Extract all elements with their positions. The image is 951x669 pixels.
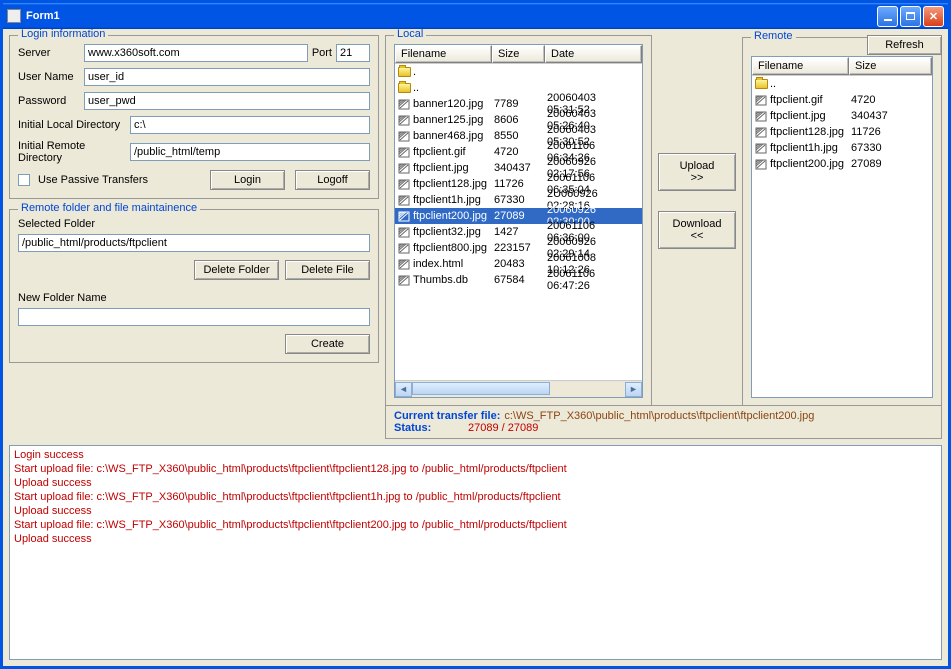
file-icon (398, 210, 411, 223)
file-icon (398, 258, 411, 271)
maximize-button[interactable] (900, 6, 921, 27)
list-item[interactable]: .. (752, 76, 932, 92)
create-button[interactable]: Create (285, 334, 370, 354)
file-icon (755, 94, 768, 107)
app-icon (7, 9, 21, 23)
local-listview[interactable]: Filename Size Date ...banner120.jpg77892… (394, 44, 643, 398)
local-col-date[interactable]: Date (545, 45, 642, 63)
list-item[interactable]: ftpclient.gif4720 (752, 92, 932, 108)
status-file-value: c:\WS_FTP_X360\public_html\products\ftpc… (504, 410, 814, 422)
list-item[interactable]: ftpclient.jpg340437 (752, 108, 932, 124)
log-output: Login success Start upload file: c:\WS_F… (9, 445, 942, 660)
scroll-left-button[interactable]: ◄ (395, 382, 412, 397)
server-label: Server (18, 47, 80, 59)
list-item[interactable]: ftpclient128.jpg11726 (752, 124, 932, 140)
file-icon (398, 98, 411, 111)
username-input[interactable] (84, 68, 370, 86)
localdir-label: Initial Local Directory (18, 119, 126, 131)
file-icon (398, 114, 411, 127)
newfolder-input[interactable] (18, 308, 370, 326)
folder-icon (398, 67, 411, 77)
file-icon (398, 242, 411, 255)
list-item[interactable]: Thumbs.db6758420061106 06:47:26 (395, 272, 642, 288)
maintenance-group: Remote folder and file maintainence Sele… (9, 209, 379, 363)
refresh-button[interactable]: Refresh (867, 35, 942, 55)
list-item[interactable]: . (395, 64, 642, 80)
port-label: Port (312, 47, 332, 59)
file-icon (755, 126, 768, 139)
password-label: Password (18, 95, 80, 107)
newfolder-label: New Folder Name (18, 292, 370, 304)
file-icon (398, 226, 411, 239)
login-button[interactable]: Login (210, 170, 285, 190)
folder-icon (398, 83, 411, 93)
remote-col-filename[interactable]: Filename (752, 57, 849, 75)
delete-folder-button[interactable]: Delete Folder (194, 260, 279, 280)
selected-folder-label: Selected Folder (18, 218, 370, 230)
local-col-filename[interactable]: Filename (395, 45, 492, 63)
login-group: Login information Server Port User Name … (9, 35, 379, 199)
local-group: Local Filename Size Date ...banner120.jp… (385, 35, 652, 407)
username-label: User Name (18, 71, 80, 83)
status-group: Current transfer file: c:\WS_FTP_X360\pu… (385, 405, 942, 439)
file-icon (398, 130, 411, 143)
passive-label: Use Passive Transfers (38, 174, 206, 186)
status-label: Status: (394, 422, 444, 434)
file-icon (398, 162, 411, 175)
upload-button[interactable]: Upload >> (658, 153, 736, 191)
remote-group: Remote Filename Size ..ftpclient.gif4720… (742, 37, 942, 407)
scroll-right-button[interactable]: ► (625, 382, 642, 397)
login-legend: Login information (18, 29, 108, 40)
download-button[interactable]: Download << (658, 211, 736, 249)
minimize-button[interactable] (877, 6, 898, 27)
local-col-size[interactable]: Size (492, 45, 545, 63)
localdir-input[interactable] (130, 116, 370, 134)
window-title: Form1 (26, 10, 60, 22)
status-progress: 27089 / 27089 (468, 422, 538, 434)
remotedir-input[interactable] (130, 143, 370, 161)
server-input[interactable] (84, 44, 308, 62)
file-icon (398, 178, 411, 191)
password-input[interactable] (84, 92, 370, 110)
status-file-label: Current transfer file: (394, 410, 500, 422)
titlebar[interactable]: Form1 ✕ (3, 3, 948, 29)
maint-legend: Remote folder and file maintainence (18, 202, 200, 214)
remotedir-label: Initial Remote Directory (18, 140, 126, 164)
port-input[interactable] (336, 44, 370, 62)
file-icon (398, 274, 411, 287)
file-icon (755, 110, 768, 123)
close-button[interactable]: ✕ (923, 6, 944, 27)
delete-file-button[interactable]: Delete File (285, 260, 370, 280)
scroll-thumb[interactable] (412, 382, 550, 395)
list-item[interactable]: ftpclient1h.jpg67330 (752, 140, 932, 156)
remote-col-size[interactable]: Size (849, 57, 932, 75)
logoff-button[interactable]: Logoff (295, 170, 370, 190)
selected-folder-input[interactable] (18, 234, 370, 252)
remote-legend: Remote (751, 30, 796, 42)
passive-checkbox[interactable] (18, 174, 30, 186)
list-item[interactable]: ftpclient200.jpg27089 (752, 156, 932, 172)
file-icon (755, 142, 768, 155)
file-icon (398, 194, 411, 207)
app-window: Form1 ✕ Login information Server Port (0, 0, 951, 669)
file-icon (398, 146, 411, 159)
folder-icon (755, 79, 768, 89)
local-legend: Local (394, 29, 426, 40)
remote-listview[interactable]: Filename Size ..ftpclient.gif4720ftpclie… (751, 56, 933, 398)
file-icon (755, 158, 768, 171)
local-hscrollbar[interactable]: ◄ ► (395, 380, 642, 397)
